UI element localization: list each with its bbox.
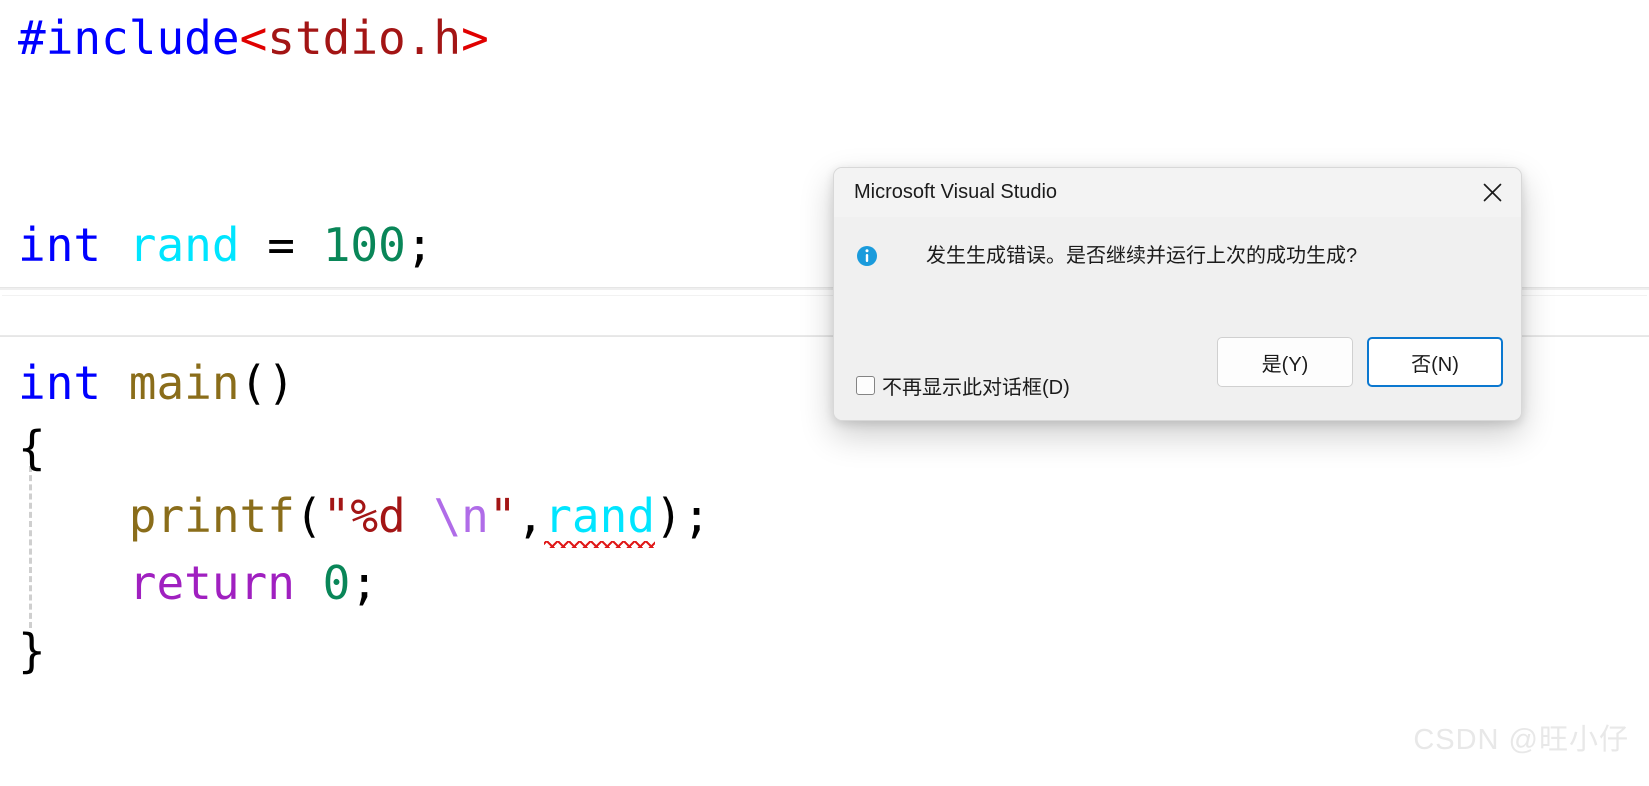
code-token-var: rand <box>544 489 656 548</box>
yes-button[interactable]: 是(Y) <box>1217 337 1353 387</box>
visual-studio-dialog[interactable]: Microsoft Visual Studio 发生生成错误。是否继续并运行上次… <box>833 167 1522 421</box>
csdn-watermark: CSDN @旺小仔 <box>1413 724 1629 756</box>
code-token-esc: \n <box>433 489 489 543</box>
code-token-num: 100 <box>322 218 406 272</box>
code-token-punct: { <box>18 421 46 475</box>
code-token-num: 0 <box>322 556 351 610</box>
dialog-titlebar: Microsoft Visual Studio <box>834 168 1521 217</box>
code-token-punct <box>295 218 323 272</box>
code-token-punct <box>101 218 129 272</box>
code-token-kw: int <box>18 356 102 410</box>
code-token-punct: , <box>516 489 545 543</box>
dialog-title: Microsoft Visual Studio <box>854 181 1058 203</box>
dont-show-again-label: 不再显示此对话框(D) <box>882 377 1070 399</box>
code-token-var: rand <box>128 218 240 272</box>
code-token-fn: printf <box>128 489 295 543</box>
line-main-sig: int main() <box>18 360 295 406</box>
line-close-brace: } <box>18 628 46 674</box>
code-token-header: stdio.h <box>267 11 462 65</box>
code-token-punct: ( <box>294 489 323 543</box>
code-token-punct <box>101 356 129 410</box>
dialog-message: 发生生成错误。是否继续并运行上次的成功生成? <box>926 245 1358 267</box>
no-button[interactable]: 否(N) <box>1367 337 1503 387</box>
line-include: #include<stdio.h> <box>18 15 489 61</box>
code-token-punct: ) <box>655 489 683 543</box>
dialog-body: 发生生成错误。是否继续并运行上次的成功生成? 是(Y) 否(N) 不再显示此对话… <box>834 217 1521 420</box>
info-icon <box>856 245 878 267</box>
code-token-punct <box>240 218 268 272</box>
dont-show-again-checkbox-row[interactable]: 不再显示此对话框(D) <box>856 371 1070 400</box>
code-token-fn: main <box>128 356 240 410</box>
line-global-rand: int rand = 100; <box>18 222 433 268</box>
code-token-macro: #include <box>18 11 240 65</box>
dialog-button-row: 是(Y) 否(N) <box>1217 337 1503 387</box>
line-return: return 0; <box>18 560 378 606</box>
code-token-str: " <box>488 489 517 543</box>
code-token-punct <box>18 489 129 543</box>
code-token-punct: } <box>18 624 46 678</box>
code-token-angle: > <box>461 11 489 65</box>
code-token-punct <box>295 556 323 610</box>
code-token-punct: () <box>239 356 295 410</box>
close-icon[interactable] <box>1463 168 1521 217</box>
code-token-kw: int <box>18 218 102 272</box>
code-token-punct <box>18 556 129 610</box>
line-printf: printf("%d \n",rand); <box>18 489 710 548</box>
code-token-angle: < <box>239 11 268 65</box>
code-token-punct: ; <box>405 218 434 272</box>
code-token-punct: ; <box>350 556 379 610</box>
code-token-punct: ; <box>682 489 711 543</box>
line-open-brace: { <box>18 425 46 471</box>
dont-show-again-checkbox[interactable] <box>856 376 875 395</box>
code-token-str: "%d <box>322 489 434 543</box>
code-token-punct: = <box>267 218 295 272</box>
code-token-ret: return <box>128 556 295 610</box>
